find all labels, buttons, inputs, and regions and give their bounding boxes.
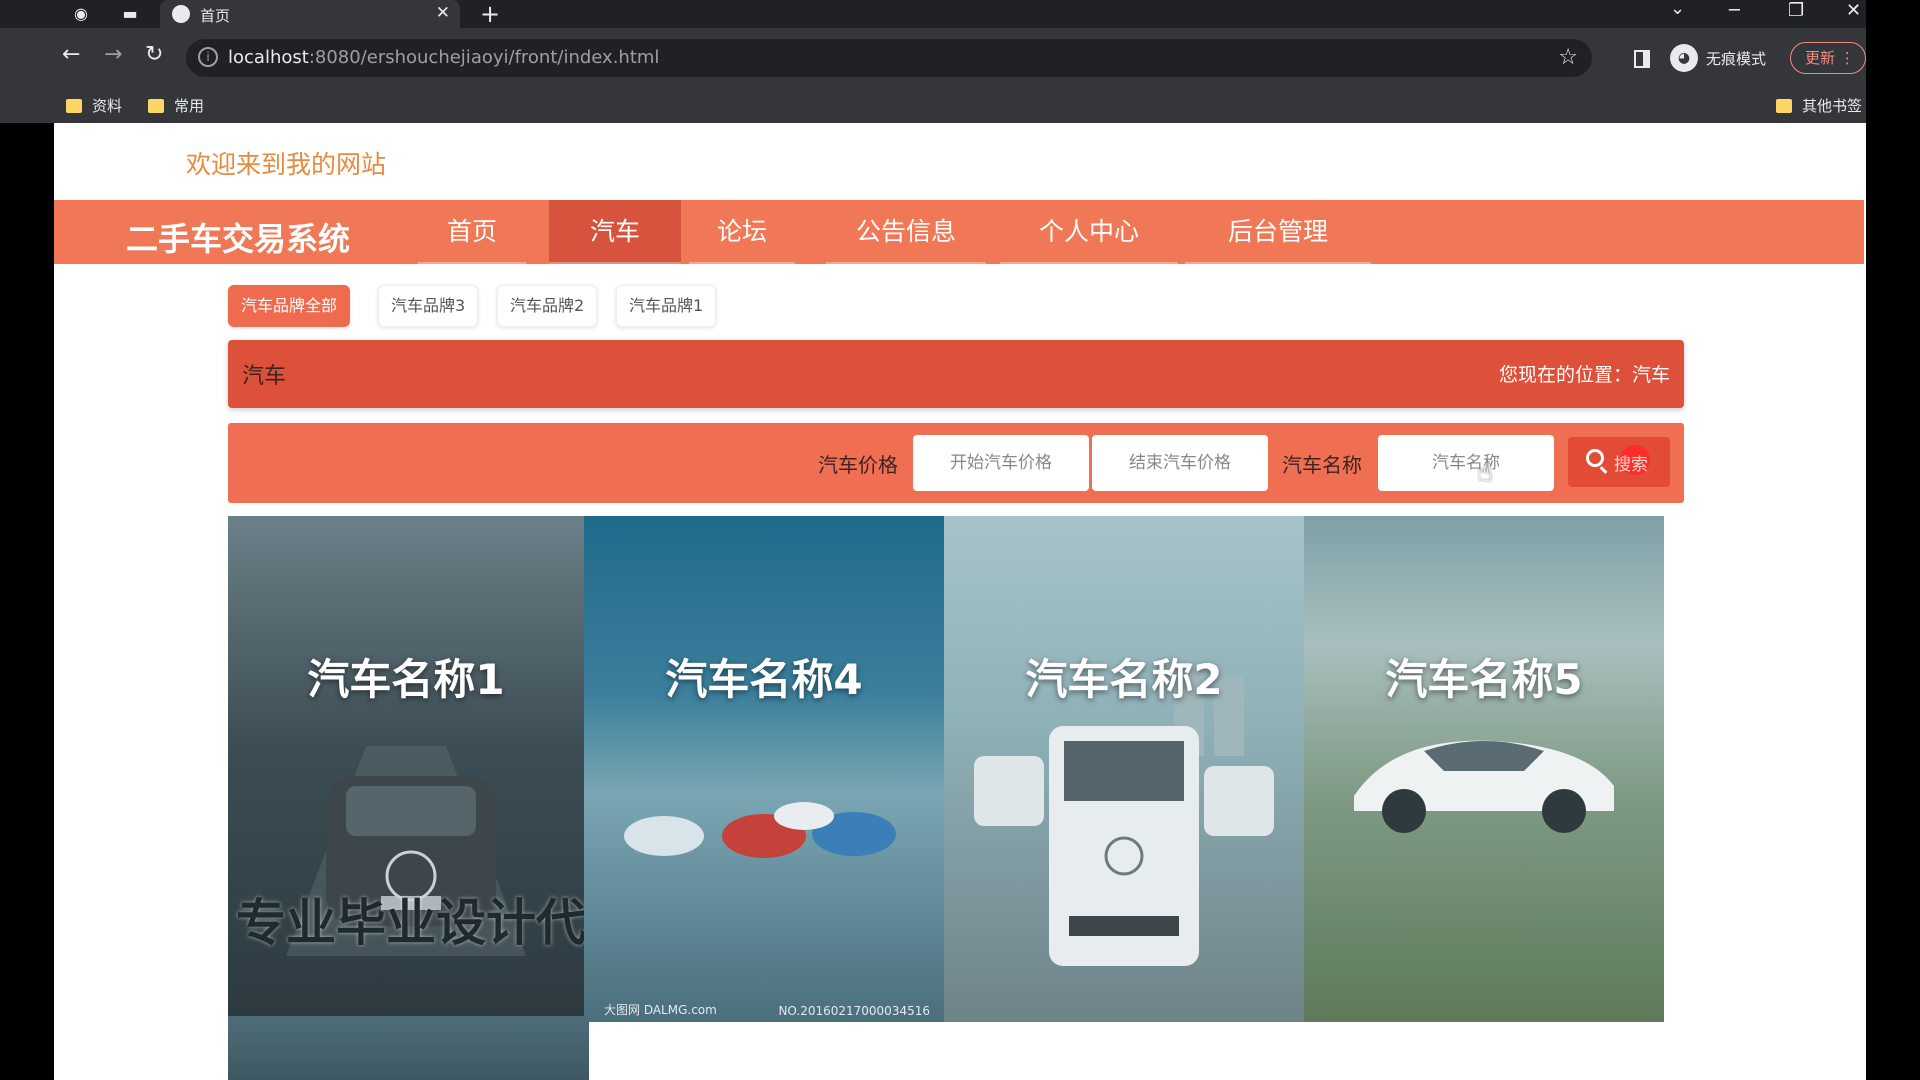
price-label: 汽车价格 [818, 453, 898, 477]
folder-icon [1776, 98, 1792, 113]
bookmark-folder-2[interactable]: 常用 [148, 95, 204, 116]
promo-overlay-text: 专业毕业设计代 [236, 894, 584, 952]
nav-admin[interactable]: 后台管理 [1185, 200, 1371, 264]
breadcrumb: 您现在的位置：汽车 [1498, 364, 1670, 386]
folder-icon [148, 98, 164, 113]
car-card-4[interactable]: 汽车名称4 大图网 DALMG.com NO.20160217000034516 [584, 516, 944, 1022]
other-bookmarks[interactable]: 其他书签 [1776, 95, 1862, 116]
tab-home[interactable]: 首页 ✕ [160, 0, 460, 28]
watermark-right: NO.20160217000034516 [778, 1004, 930, 1018]
car-photo [624, 802, 896, 858]
browser-toolbar: ← → ↻ i localhost:8080/ershouchejiaoyi/f… [0, 28, 1866, 88]
car-name: 汽车名称5 [1385, 655, 1583, 704]
bookmark-star-icon[interactable]: ☆ [1558, 45, 1578, 70]
tab-title: 首页 [200, 7, 231, 25]
search-icon [1586, 449, 1604, 467]
brand-tag-1[interactable]: 汽车品牌1 [616, 285, 717, 327]
car-card-1[interactable]: 汽车名称1 专业毕业设计代 [228, 516, 584, 1022]
welcome-text: 欢迎来到我的网站 [186, 150, 387, 179]
hand-cursor-icon: ☝ [1477, 458, 1493, 488]
bookmark-label: 资料 [92, 97, 123, 115]
restore-button[interactable]: ❐ [1788, 0, 1804, 21]
section-title: 汽车 [242, 364, 287, 389]
address-bar[interactable]: i localhost:8080/ershouchejiaoyi/front/i… [186, 39, 1592, 77]
car-card-list: 汽车名称1 专业毕业设计代 汽车名称4 大图网 DALMG.com NO.201… [228, 516, 1664, 1022]
nav-home[interactable]: 首页 [418, 200, 526, 264]
bookmark-folder-1[interactable]: 资料 [66, 95, 122, 116]
folder-icon [66, 98, 82, 113]
nav-forum[interactable]: 论坛 [689, 200, 795, 264]
url-host: localhost [228, 47, 309, 68]
back-button[interactable]: ← [62, 42, 80, 67]
update-button[interactable]: 更新 ⋮ [1790, 42, 1866, 74]
tab-strip: ◉ ▬ 首页 ✕ + ⌄ ─ ❐ ✕ [0, 0, 1866, 28]
chevron-down-icon[interactable]: ⌄ [1670, 0, 1685, 19]
nav-cars[interactable]: 汽车 [549, 200, 681, 264]
car-card-partial[interactable] [228, 1016, 589, 1080]
car-photo [1354, 740, 1614, 833]
car-card-2[interactable]: 汽车名称2 [944, 516, 1304, 1022]
tab-search-icon[interactable]: ▬ [121, 5, 139, 23]
new-tab-button[interactable]: + [480, 0, 500, 28]
web-page: 欢迎来到我的网站 二手车交易系统 首页 汽车 论坛 公告信息 个人中心 后台管理… [54, 123, 1866, 1080]
car-name: 汽车名称1 [307, 655, 505, 704]
car-photo [974, 666, 1274, 966]
browser-chrome: ◉ ▬ 首页 ✕ + ⌄ ─ ❐ ✕ ← → ↻ i localhost:808… [0, 0, 1866, 123]
main-nav: 二手车交易系统 首页 汽车 论坛 公告信息 个人中心 后台管理 [54, 200, 1864, 264]
end-price-input[interactable] [1092, 435, 1268, 491]
section-title-bar: 汽车 您现在的位置：汽车 [228, 340, 1684, 408]
nav-personal-center[interactable]: 个人中心 [1000, 200, 1178, 264]
search-button-label: 搜索 [1614, 455, 1648, 475]
car-card-5[interactable]: 汽车名称5 [1304, 516, 1664, 1022]
info-icon[interactable]: i [198, 47, 218, 67]
nav-announcements[interactable]: 公告信息 [826, 200, 986, 264]
incognito-indicator[interactable]: ◕ 无痕模式 [1670, 42, 1766, 74]
brand-tag-2[interactable]: 汽车品牌2 [497, 285, 598, 327]
browser-menu-icon[interactable]: ◉ [72, 5, 90, 23]
watermark-left: 大图网 DALMG.com [604, 1003, 717, 1017]
side-panel-icon[interactable] [1634, 50, 1650, 68]
brand-tag-3[interactable]: 汽车品牌3 [378, 285, 479, 327]
minimize-button[interactable]: ─ [1729, 0, 1740, 21]
bookmark-label: 常用 [174, 97, 205, 115]
car-name-label: 汽车名称 [1282, 453, 1362, 477]
car-name: 汽车名称2 [1025, 655, 1223, 704]
close-icon[interactable]: ✕ [436, 3, 450, 23]
url-path: :8080/ershouchejiaoyi/front/index.html [308, 47, 660, 68]
window-close-button[interactable]: ✕ [1846, 0, 1861, 21]
bookmark-label: 其他书签 [1802, 97, 1863, 115]
reload-button[interactable]: ↻ [145, 42, 163, 67]
car-name: 汽车名称4 [665, 655, 863, 704]
search-button[interactable]: 搜索 [1568, 437, 1670, 487]
brand-tag-all[interactable]: 汽车品牌全部 [228, 285, 351, 327]
url-text: localhost:8080/ershouchejiaoyi/front/ind… [228, 47, 659, 68]
incognito-label: 无痕模式 [1706, 49, 1767, 68]
update-label: 更新 [1805, 49, 1836, 67]
globe-icon [172, 5, 190, 23]
screen: ◉ ▬ 首页 ✕ + ⌄ ─ ❐ ✕ ← → ↻ i localhost:808… [0, 0, 1920, 1080]
forward-button[interactable]: → [104, 42, 122, 67]
bookmarks-bar: 资料 常用 其他书签 [0, 88, 1866, 123]
site-brand[interactable]: 二手车交易系统 [126, 214, 350, 260]
start-price-input[interactable] [913, 435, 1089, 491]
car-name-input[interactable] [1378, 435, 1554, 491]
incognito-icon: ◕ [1670, 44, 1698, 72]
search-bar: 汽车价格 汽车名称 搜索 [228, 423, 1684, 503]
